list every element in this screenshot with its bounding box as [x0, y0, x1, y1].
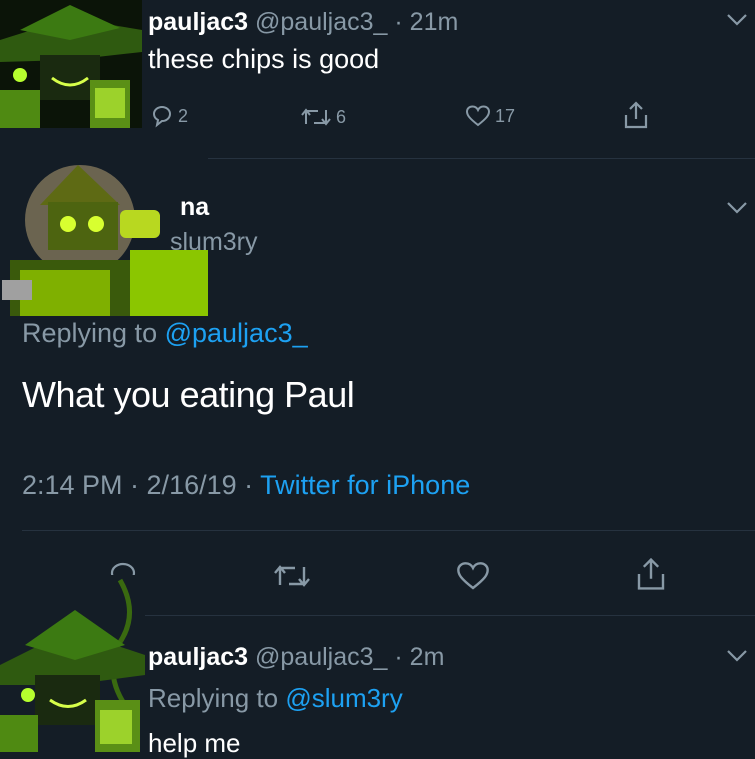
heart-icon[interactable] — [455, 560, 491, 592]
like-count: 17 — [495, 105, 516, 126]
avatar[interactable] — [0, 0, 142, 128]
reply-button[interactable]: 2 — [150, 104, 188, 128]
reply-count: 2 — [178, 105, 189, 126]
chevron-down-icon[interactable] — [725, 200, 749, 216]
avatar-image — [0, 575, 145, 752]
tweet-header: na — [180, 193, 209, 222]
tweet-time: · 21m — [394, 8, 459, 36]
chevron-down-icon[interactable] — [725, 12, 749, 28]
tweet-text: help me — [148, 728, 241, 758]
tweet-time: · 2m — [394, 643, 445, 671]
replying-to-link[interactable]: @slum3ry — [285, 683, 402, 713]
tweet-source-link[interactable]: Twitter for iPhone — [260, 470, 470, 500]
retweet-icon[interactable] — [272, 562, 312, 590]
tweet-text: these chips is good — [148, 44, 380, 74]
avatar-image — [0, 0, 142, 128]
author-name[interactable]: pauljac3 — [148, 643, 248, 671]
author-name[interactable]: na — [180, 193, 209, 221]
share-icon[interactable] — [634, 556, 668, 592]
divider — [22, 530, 755, 531]
tweet-header: pauljac3 @pauljac3_ · 21m — [148, 8, 458, 37]
retweet-icon — [301, 108, 331, 126]
like-button[interactable]: 17 — [465, 104, 515, 128]
tweet-meta: 2:14 PM · 2/16/19 · Twitter for iPhone — [22, 470, 470, 501]
heart-icon — [465, 105, 491, 127]
tweet-timestamp[interactable]: 2:14 PM · 2/16/19 · — [22, 470, 260, 500]
replying-to: Replying to @pauljac3_ — [22, 318, 308, 349]
replying-to-prefix: Replying to — [148, 683, 286, 713]
avatar[interactable] — [0, 575, 145, 752]
replying-to-prefix: Replying to — [22, 318, 165, 348]
tweet-header: pauljac3 @pauljac3_ · 2m — [148, 643, 444, 672]
author-name[interactable]: pauljac3 — [148, 8, 248, 36]
retweet-button[interactable]: 6 — [300, 106, 346, 128]
author-handle[interactable]: @pauljac3_ — [255, 643, 387, 671]
author-handle[interactable]: slum3ry — [170, 228, 258, 256]
share-icon[interactable] — [622, 100, 650, 130]
author-handle[interactable]: @pauljac3_ — [255, 8, 387, 36]
replying-to: Replying to @slum3ry — [148, 683, 403, 714]
chevron-down-icon[interactable] — [725, 648, 749, 664]
reply-icon — [152, 106, 171, 128]
replying-to-link[interactable]: @pauljac3_ — [165, 318, 308, 348]
tweet-text: What you eating Paul — [22, 374, 355, 415]
author-handle-line: slum3ry — [170, 228, 258, 257]
retweet-count: 6 — [336, 106, 347, 127]
